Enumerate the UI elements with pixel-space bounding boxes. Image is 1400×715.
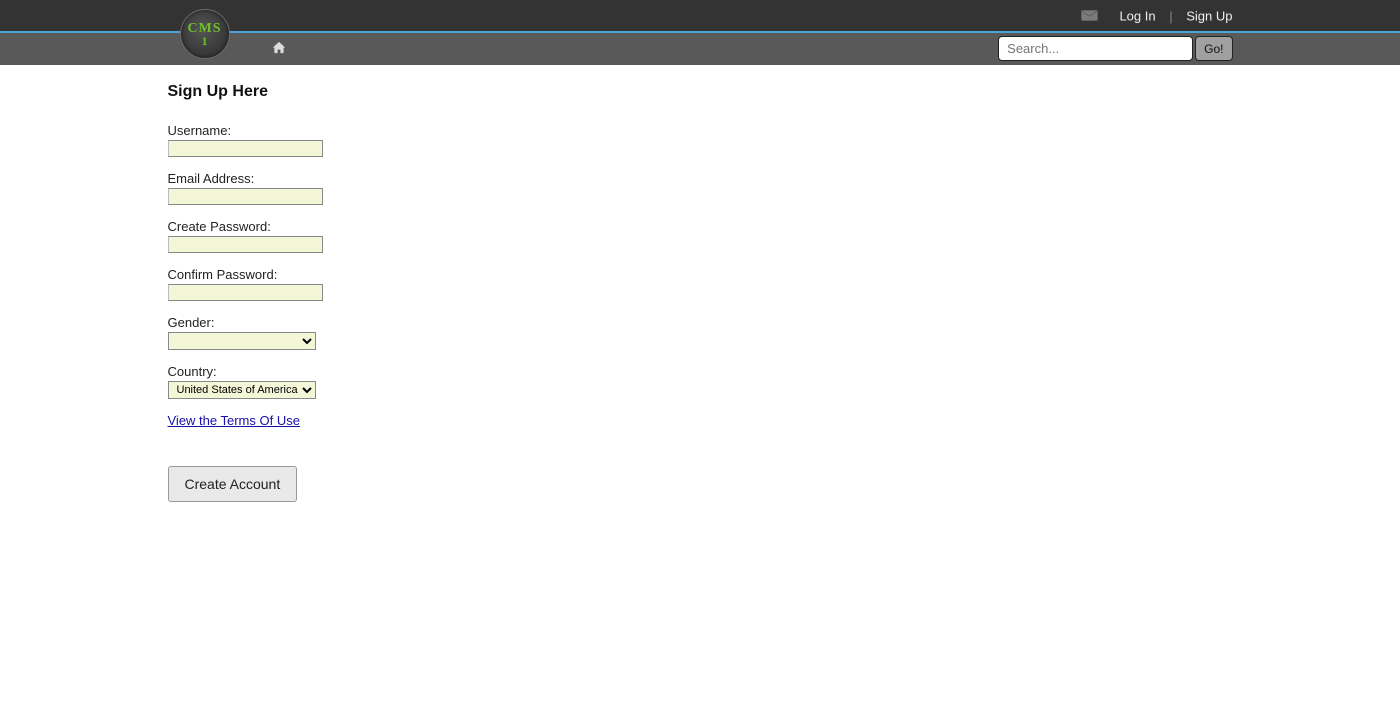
logo-text-bottom: 1 — [181, 35, 229, 48]
create-account-button[interactable]: Create Account — [168, 466, 298, 502]
confirm-password-input[interactable] — [168, 284, 323, 301]
email-input[interactable] — [168, 188, 323, 205]
gender-select[interactable] — [168, 332, 316, 350]
page-title: Sign Up Here — [168, 83, 1233, 101]
envelope-icon[interactable] — [1081, 1, 1098, 33]
separator: | — [1169, 9, 1172, 24]
logo[interactable]: CMS 1 — [180, 9, 230, 59]
username-input[interactable] — [168, 140, 323, 157]
confirm-password-label: Confirm Password: — [168, 267, 1233, 282]
login-link[interactable]: Log In — [1119, 9, 1155, 24]
nav-bar: CMS 1 Go! — [0, 32, 1400, 65]
password-input[interactable] — [168, 236, 323, 253]
password-label: Create Password: — [168, 219, 1233, 234]
country-select[interactable]: United States of America — [168, 381, 316, 399]
country-label: Country: — [168, 364, 1233, 379]
search-go-button[interactable]: Go! — [1195, 36, 1232, 61]
email-label: Email Address: — [168, 171, 1233, 186]
search-input[interactable] — [998, 36, 1193, 61]
username-label: Username: — [168, 123, 1233, 138]
gender-label: Gender: — [168, 315, 1233, 330]
terms-of-use-link[interactable]: View the Terms Of Use — [168, 413, 300, 428]
main-content: Sign Up Here Username: Email Address: Cr… — [168, 65, 1233, 502]
home-icon[interactable] — [272, 41, 286, 57]
signup-link[interactable]: Sign Up — [1186, 9, 1232, 24]
